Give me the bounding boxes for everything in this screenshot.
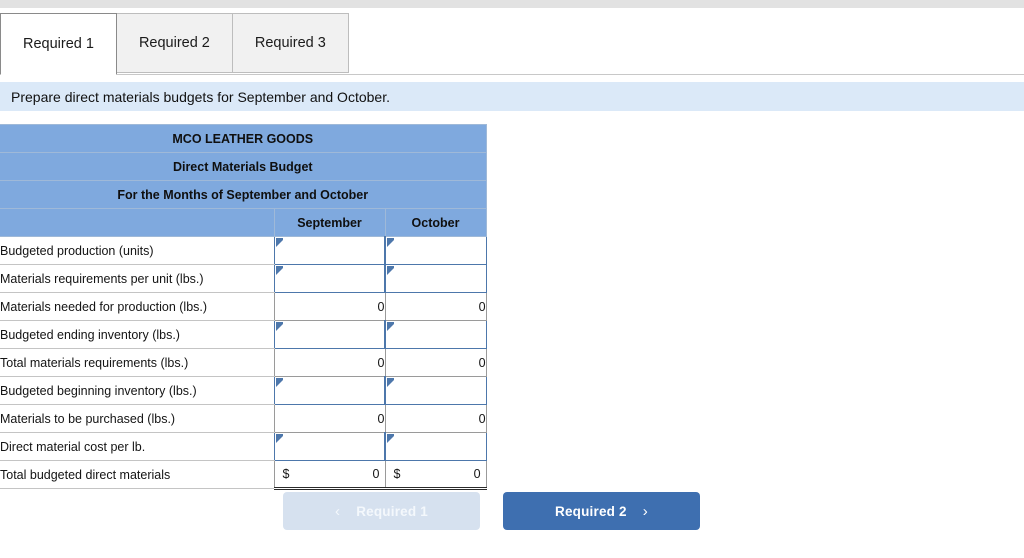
row-label: Budgeted production (units) — [0, 236, 274, 265]
table-row: Direct material cost per lb. — [0, 432, 487, 461]
chevron-right-icon: › — [642, 502, 648, 520]
input-cell-october[interactable] — [383, 376, 487, 405]
table-subtitle-row: Direct Materials Budget — [0, 152, 487, 181]
requirement-navigation: ‹ Required 1 Required 2 › — [0, 492, 1024, 532]
editable-marker-icon — [387, 266, 394, 275]
editable-marker-icon — [275, 266, 283, 275]
input-cell-september[interactable] — [273, 264, 386, 293]
computed-cell-september: 0 — [273, 292, 386, 321]
next-requirement-label: Required 2 — [555, 503, 627, 519]
table-period-row: For the Months of September and October — [0, 180, 487, 209]
currency-symbol: $ — [282, 467, 290, 481]
direct-materials-budget-table: MCO LEATHER GOODS Direct Materials Budge… — [0, 124, 487, 490]
next-requirement-button[interactable]: Required 2 › — [503, 492, 700, 530]
table-row: Budgeted ending inventory (lbs.) — [0, 320, 487, 349]
total-cell-september: $ 0 — [273, 460, 386, 490]
requirement-banner: Prepare direct materials budgets for Sep… — [0, 82, 1024, 111]
prev-requirement-label: Required 1 — [356, 503, 428, 519]
row-label: Materials needed for production (lbs.) — [0, 292, 274, 321]
window-top-strip — [0, 0, 1024, 8]
table-row: Materials requirements per unit (lbs.) — [0, 264, 487, 293]
requirement-instruction-text: Prepare direct materials budgets for Sep… — [11, 88, 390, 105]
column-header-october: October — [384, 208, 487, 237]
input-cell-september[interactable] — [273, 320, 386, 349]
editable-marker-icon — [387, 238, 394, 247]
tab-required-1[interactable]: Required 1 — [0, 13, 117, 75]
input-cell-september[interactable] — [273, 432, 386, 461]
table-row: Budgeted production (units) — [0, 236, 487, 265]
tab-required-3-label: Required 3 — [254, 35, 326, 51]
tab-required-2-label: Required 2 — [138, 35, 210, 51]
row-label: Budgeted ending inventory (lbs.) — [0, 320, 274, 349]
table-row: Budgeted beginning inventory (lbs.) — [0, 376, 487, 405]
row-label: Total budgeted direct materials — [0, 460, 274, 489]
editable-marker-icon — [275, 434, 283, 443]
company-name-cell: MCO LEATHER GOODS — [0, 124, 487, 153]
input-cell-october[interactable] — [383, 320, 487, 349]
table-row: Total materials requirements (lbs.) 0 0 — [0, 348, 487, 377]
tab-required-1-label: Required 1 — [23, 36, 94, 52]
editable-marker-icon — [275, 238, 283, 247]
editable-marker-icon — [387, 322, 394, 331]
budget-name-cell: Direct Materials Budget — [0, 152, 487, 181]
row-label: Total materials requirements (lbs.) — [0, 348, 274, 377]
input-cell-october[interactable] — [383, 236, 487, 265]
computed-cell-october: 0 — [384, 404, 487, 433]
tabbar-underline — [0, 74, 1024, 75]
row-label: Budgeted beginning inventory (lbs.) — [0, 376, 274, 405]
currency-symbol: $ — [393, 467, 401, 481]
prev-requirement-button[interactable]: ‹ Required 1 — [283, 492, 480, 530]
input-cell-september[interactable] — [273, 376, 386, 405]
total-cell-october: $ 0 — [384, 460, 487, 490]
table-row: Materials needed for production (lbs.) 0… — [0, 292, 487, 321]
total-value: 0 — [473, 467, 481, 481]
row-label: Materials requirements per unit (lbs.) — [0, 264, 274, 293]
editable-marker-icon — [275, 322, 283, 331]
editable-marker-icon — [387, 378, 394, 387]
total-value: 0 — [372, 467, 380, 481]
budget-period-cell: For the Months of September and October — [0, 180, 487, 209]
column-header-september: September — [273, 208, 386, 237]
column-header-blank — [0, 208, 275, 237]
editable-marker-icon — [387, 434, 394, 443]
table-row: Materials to be purchased (lbs.) 0 0 — [0, 404, 487, 433]
row-label: Materials to be purchased (lbs.) — [0, 404, 274, 433]
table-column-header-row: September October — [0, 208, 487, 237]
editable-marker-icon — [275, 378, 283, 387]
requirement-tabbar: Required 1 Required 2 Required 3 — [0, 13, 1024, 75]
input-cell-october[interactable] — [383, 264, 487, 293]
row-label: Direct material cost per lb. — [0, 432, 274, 461]
tab-required-3[interactable]: Required 3 — [232, 13, 349, 73]
input-cell-october[interactable] — [383, 432, 487, 461]
computed-cell-october: 0 — [384, 292, 487, 321]
chevron-left-icon: ‹ — [335, 502, 341, 520]
table-row: Total budgeted direct materials $ 0 $ 0 — [0, 460, 487, 490]
computed-cell-october: 0 — [384, 348, 487, 377]
computed-cell-september: 0 — [273, 348, 386, 377]
computed-cell-september: 0 — [273, 404, 386, 433]
input-cell-september[interactable] — [273, 236, 386, 265]
tab-required-2[interactable]: Required 2 — [116, 13, 233, 73]
table-title-row: MCO LEATHER GOODS — [0, 124, 487, 153]
